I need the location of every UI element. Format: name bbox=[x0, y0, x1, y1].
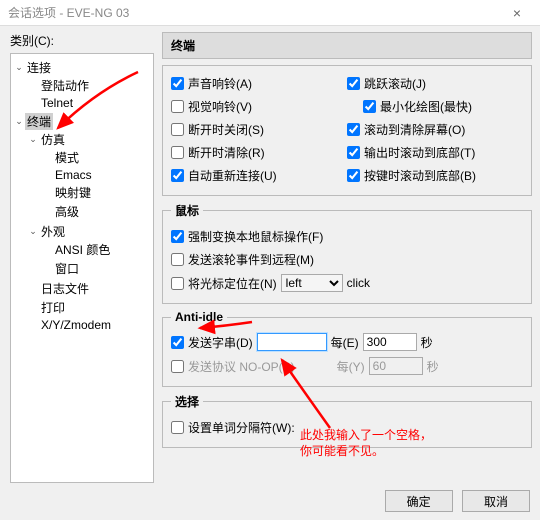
right-panel: 终端 声音响铃(A) 视觉响铃(V) 断开时关闭(S) 断开时清除(R) 自动重… bbox=[158, 26, 540, 484]
cb-jumpscroll[interactable] bbox=[347, 77, 360, 90]
cb-pos-cursor[interactable] bbox=[171, 277, 184, 290]
cb-scroll-out[interactable] bbox=[347, 146, 360, 159]
cb-send-wheel[interactable] bbox=[171, 253, 184, 266]
close-icon[interactable]: × bbox=[502, 5, 532, 21]
cb-send-string[interactable] bbox=[171, 336, 184, 349]
tree-appearance[interactable]: 外观 bbox=[39, 223, 67, 240]
cb-clear-disc[interactable] bbox=[171, 146, 184, 159]
annotation-note: 此处我输入了一个空格，你可能看不见。 bbox=[300, 428, 432, 459]
cb-force-local[interactable] bbox=[171, 230, 184, 243]
cb-mindraw[interactable] bbox=[363, 100, 376, 113]
tree-twisty-icon[interactable]: ⌄ bbox=[27, 226, 39, 237]
group-antiidle: Anti-idle 发送字串(D) 每(E) 秒 发送协议 NO-OP(P) 每… bbox=[162, 310, 532, 387]
tree-ansi[interactable]: ANSI 颜色 bbox=[53, 241, 112, 258]
tree-window[interactable]: 窗口 bbox=[53, 260, 81, 277]
input-send-string[interactable] bbox=[257, 333, 327, 351]
tree-login[interactable]: 登陆动作 bbox=[39, 77, 91, 94]
cb-send-noop[interactable] bbox=[171, 360, 184, 373]
tree-emulation[interactable]: 仿真 bbox=[39, 131, 67, 148]
window-title: 会话选项 - EVE-NG 03 bbox=[8, 4, 502, 21]
left-panel: 类别(C): ⌄连接 登陆动作 Telnet ⌄终端 ⌄仿真 模式 Emacs bbox=[0, 26, 158, 484]
group-terminal: 声音响铃(A) 视觉响铃(V) 断开时关闭(S) 断开时清除(R) 自动重新连接… bbox=[162, 65, 532, 196]
cb-scroll-key[interactable] bbox=[347, 169, 360, 182]
tree-xyz[interactable]: X/Y/Zmodem bbox=[39, 318, 113, 332]
section-header-terminal: 终端 bbox=[162, 32, 532, 59]
category-label: 类别(C): bbox=[10, 32, 154, 49]
tree-advanced[interactable]: 高级 bbox=[53, 203, 81, 220]
sel-pos[interactable]: left bbox=[281, 274, 343, 292]
tree-telnet[interactable]: Telnet bbox=[39, 96, 75, 110]
tree-emacs[interactable]: Emacs bbox=[53, 168, 94, 182]
tree-logfile[interactable]: 日志文件 bbox=[39, 280, 91, 297]
cb-auto-reconnect[interactable] bbox=[171, 169, 184, 182]
tree-twisty-icon[interactable]: ⌄ bbox=[13, 116, 25, 127]
titlebar: 会话选项 - EVE-NG 03 × bbox=[0, 0, 540, 26]
tree-connection[interactable]: 连接 bbox=[25, 59, 53, 76]
tree-terminal[interactable]: 终端 bbox=[25, 113, 53, 130]
legend-mouse: 鼠标 bbox=[171, 202, 203, 219]
tree-mapkey[interactable]: 映射键 bbox=[53, 184, 93, 201]
tree-mode[interactable]: 模式 bbox=[53, 149, 81, 166]
cancel-button[interactable]: 取消 bbox=[462, 490, 530, 512]
legend-select: 选择 bbox=[171, 393, 203, 410]
category-tree[interactable]: ⌄连接 登陆动作 Telnet ⌄终端 ⌄仿真 模式 Emacs 映射键 bbox=[10, 53, 154, 483]
tree-twisty-icon[interactable]: ⌄ bbox=[27, 134, 39, 145]
tree-print[interactable]: 打印 bbox=[39, 299, 67, 316]
group-mouse: 鼠标 强制变换本地鼠标操作(F) 发送滚轮事件到远程(M) 将光标定位在(N) … bbox=[162, 202, 532, 304]
cb-close-disc[interactable] bbox=[171, 123, 184, 136]
input-send-string-sec[interactable] bbox=[363, 333, 417, 351]
cb-word-delim[interactable] bbox=[171, 421, 184, 434]
cb-audiobell[interactable] bbox=[171, 77, 184, 90]
ok-button[interactable]: 确定 bbox=[385, 490, 453, 512]
cb-scrollclear[interactable] bbox=[347, 123, 360, 136]
input-noop-sec bbox=[369, 357, 423, 375]
dialog-content: 类别(C): ⌄连接 登陆动作 Telnet ⌄终端 ⌄仿真 模式 Emacs bbox=[0, 26, 540, 484]
legend-antiidle: Anti-idle bbox=[171, 310, 227, 324]
dialog-buttons: 确定 取消 bbox=[0, 484, 540, 512]
tree-twisty-icon[interactable]: ⌄ bbox=[13, 62, 25, 73]
cb-visualbell[interactable] bbox=[171, 100, 184, 113]
